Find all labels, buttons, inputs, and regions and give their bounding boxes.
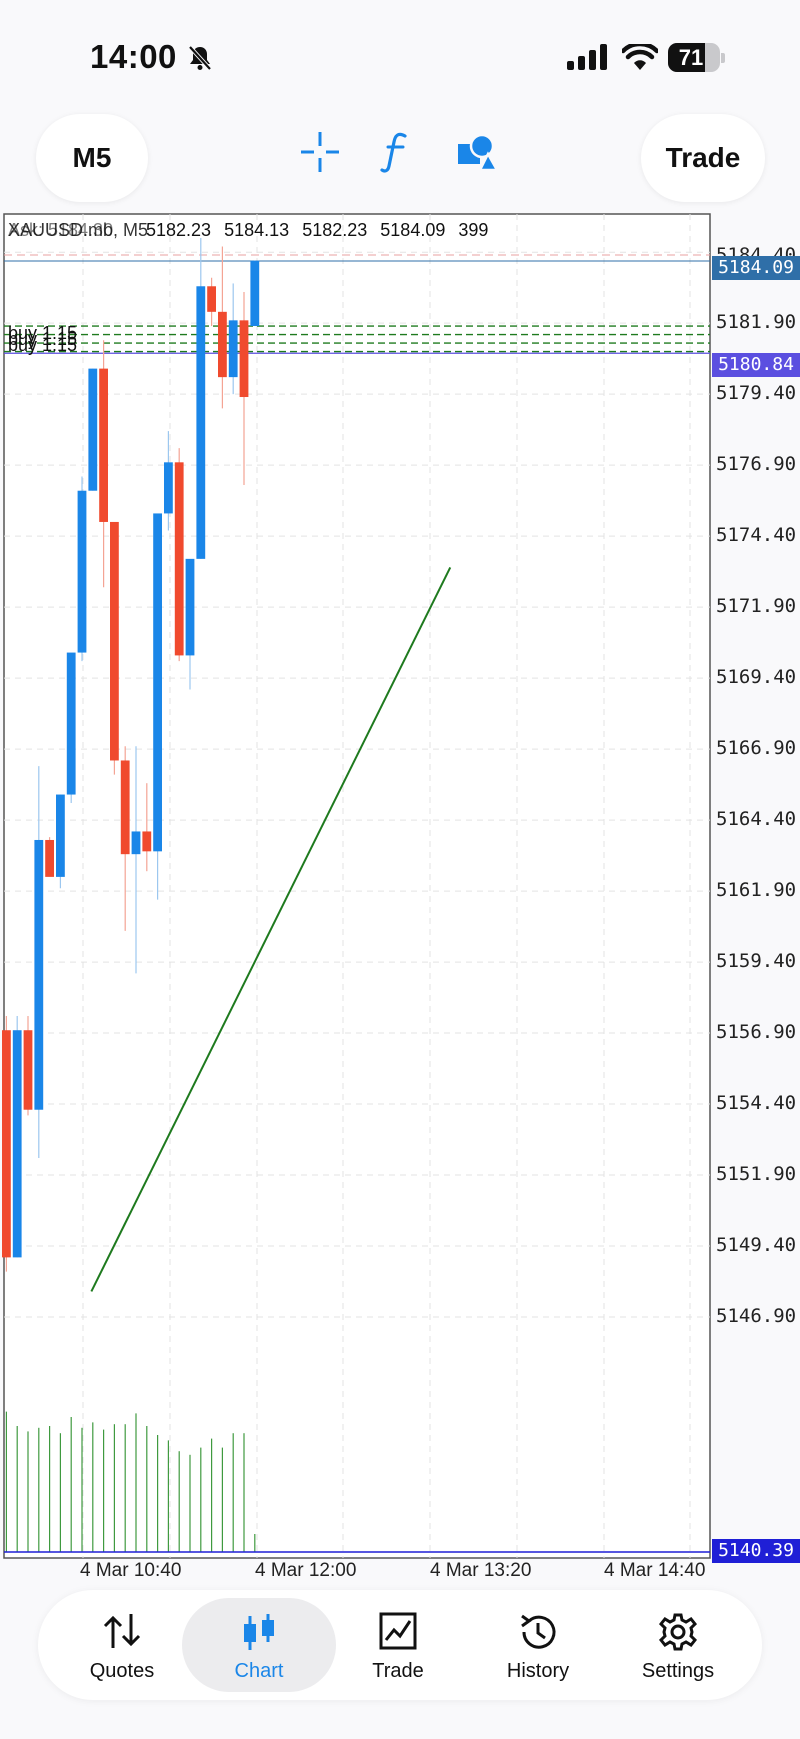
y-tick-label: 5156.90 [716,1021,797,1044]
chart-canvas[interactable] [0,210,800,1562]
timeframe-button[interactable]: M5 [36,114,148,202]
trend-chart-icon [379,1612,417,1650]
candle-body [185,558,195,656]
x-tick-label: 4 Mar 13:20 [430,1560,532,1581]
y-tick-label: 5149.40 [716,1234,797,1257]
y-tick-label: 5146.90 [716,1305,797,1327]
bid-price-tag: 5184.09 [712,256,800,280]
candle-body [12,1030,22,1258]
y-tick-label: 5164.40 [716,808,797,831]
candle-body [34,839,44,1110]
nav-chart[interactable]: Chart [182,1598,336,1692]
bell-slash-icon [188,45,212,71]
y-tick-label: 5179.40 [716,382,797,405]
volume-scale-tag: 5140.39 [712,1539,800,1563]
y-tick-label: 5166.90 [716,737,797,760]
candle-body [174,462,184,656]
nav-history[interactable]: History [468,1590,608,1700]
trade-label: Trade [665,142,741,173]
y-tick-label: 5151.90 [716,1163,797,1186]
candle-body [228,320,238,378]
y-tick-label: 5159.40 [716,950,797,973]
ask-overlay-label: Ask: 5184.30 [8,220,114,240]
cellular-signal-icon [567,44,607,70]
y-tick-label: 5169.40 [716,666,797,689]
candle-body [120,760,130,855]
candle-body [88,368,98,491]
candle-body [77,490,87,653]
last-price-tag: 5180.84 [712,353,800,377]
status-time: 14:00 [90,38,177,75]
nav-trade-label: Trade [372,1660,424,1682]
battery-percent: 71 [678,45,704,70]
nav-chart-label: Chart [234,1660,284,1682]
x-tick-label: 4 Mar 10:40 [80,1560,182,1581]
nav-settings-label: Settings [641,1660,715,1682]
y-tick-label: 5161.90 [716,879,797,902]
status-bar: 14:00 71 [0,0,800,110]
ohlc-volume: 399 [458,220,489,240]
candle-body [218,311,227,378]
x-tick-label: 4 Mar 12:00 [255,1560,357,1581]
candle-body [239,320,249,398]
candle-body [45,839,54,877]
timeframe-label: M5 [72,142,112,173]
candle-body [56,794,65,877]
crosshair-icon[interactable] [300,130,340,174]
y-tick-label: 5176.90 [716,453,797,476]
position-label[interactable]: buy 1.15 [8,335,77,356]
function-icon[interactable] [380,130,410,174]
y-tick-label: 5174.40 [716,524,797,547]
shapes-icon[interactable] [456,130,498,174]
candle-body [207,286,216,312]
price-chart[interactable]: XAUUSD.mb, M5 Ask: 5184.30 5182.23 5184.… [0,210,800,1581]
ohlc-header: XAUUSD.mb, M5 Ask: 5184.30 5182.23 5184.… [8,220,496,241]
nav-trade[interactable]: Trade [328,1590,468,1700]
y-tick-label: 5154.40 [716,1092,797,1115]
chart-toolbar: M5 Trade [0,110,800,210]
nav-settings[interactable]: Settings [608,1590,748,1700]
y-tick-label: 5171.90 [716,595,797,618]
candle-body [250,260,260,327]
gear-icon [658,1613,698,1651]
candle-body [131,831,141,855]
wifi-icon [622,44,658,70]
arrows-up-down-icon [103,1614,141,1648]
ohlc-high: 5184.13 [224,220,290,240]
candle-body [2,1030,11,1258]
nav-quotes[interactable]: Quotes [52,1590,192,1700]
ohlc-open: 5182.23 [146,220,212,240]
candle-body [99,368,108,522]
y-tick-label: 5181.90 [716,311,797,334]
ohlc-close: 5184.09 [380,220,446,240]
y-tick-label: 5184.40 [716,244,797,257]
candle-body [153,513,162,852]
nav-quotes-label: Quotes [89,1660,155,1682]
nav-history-label: History [506,1660,570,1682]
candle-body [196,286,206,559]
candle-body [164,462,173,514]
ohlc-low: 5182.23 [302,220,368,240]
candle-body [142,831,152,852]
history-clock-icon [521,1614,556,1649]
x-tick-label: 4 Mar 14:40 [604,1560,706,1581]
battery-icon: 71 [668,43,725,72]
bottom-nav: Quotes Chart Trade History Settings [38,1590,762,1700]
candle-body [110,521,119,761]
candlestick-icon [244,1614,274,1650]
candle-body [66,652,76,795]
trade-button[interactable]: Trade [641,114,765,202]
candle-body [23,1030,33,1110]
